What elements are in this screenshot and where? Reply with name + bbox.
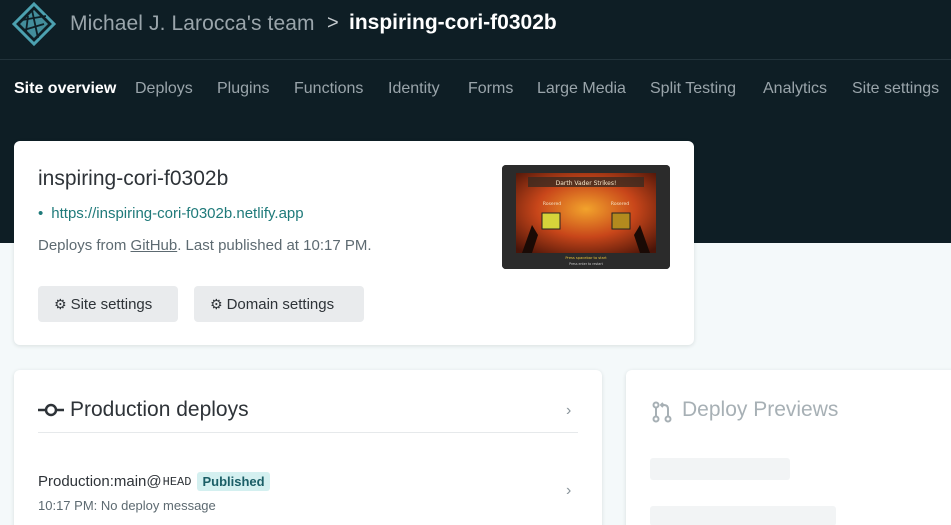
status-badge: Published [197,472,270,491]
deploy-previews-title[interactable]: Deploy Previews [682,398,838,422]
deploy-message: 10:17 PM: No deploy message [38,498,216,513]
thumbnail-right-label: Rosered [611,201,629,207]
production-deploy-row[interactable]: Production: main@ HEAD Published [38,472,270,491]
deploy-info-text: Deploys from GitHub. Last published at 1… [38,237,372,254]
branch-name: main@ [113,473,162,490]
tab-plugins[interactable]: Plugins [217,80,269,98]
loading-placeholder [650,506,836,525]
tab-site-settings[interactable]: Site settings [852,80,939,98]
commit-ref: HEAD [162,474,192,489]
site-name-title[interactable]: inspiring-cori-f0302b [349,11,557,35]
pull-request-icon [652,401,672,423]
bullet-icon: • [38,205,44,222]
gear-icon: ⚙ [54,295,67,312]
site-card-title: inspiring-cori-f0302b [38,167,229,190]
chevron-right-icon: > [327,12,339,34]
github-link[interactable]: GitHub [131,237,178,254]
site-overview-card: inspiring-cori-f0302b • https://inspiring… [14,141,694,345]
tab-analytics[interactable]: Analytics [763,80,827,98]
tab-identity[interactable]: Identity [388,80,440,98]
thumbnail-footer-line2: Press enter to restart [569,262,604,266]
production-label: Production: [38,473,114,490]
team-name-link[interactable]: Michael J. Larocca's team [70,12,315,36]
deploy-previews-card: Deploy Previews [626,370,951,525]
tab-functions[interactable]: Functions [294,80,363,98]
tab-deploys[interactable]: Deploys [135,80,193,98]
tab-large-media[interactable]: Large Media [537,80,626,98]
domain-settings-button[interactable]: ⚙ Domain settings [194,286,364,322]
netlify-logo-icon[interactable] [12,2,56,46]
gear-icon: ⚙ [210,295,223,312]
thumbnail-footer-line1: Press spacebar to start [565,256,607,260]
production-deploys-card: Production deploys › Production: main@ H… [14,370,602,525]
tab-site-overview[interactable]: Site overview [14,80,116,98]
chevron-right-icon[interactable]: › [566,402,571,420]
site-nav: Site overview Deploys Plugins Functions … [0,60,951,120]
loading-placeholder [650,458,790,480]
site-url-text[interactable]: https://inspiring-cori-f0302b.netlify.ap… [51,205,303,222]
thumbnail-heading: Darth Vader Strikes! [556,180,617,187]
top-bar: Michael J. Larocca's team > inspiring-co… [0,0,951,60]
site-settings-button-label: Site settings [70,295,153,313]
production-deploys-title[interactable]: Production deploys [70,398,249,422]
site-settings-button[interactable]: ⚙ Site settings [38,286,178,322]
domain-settings-button-label: Domain settings [226,295,335,313]
deploy-info-prefix: Deploys from [38,237,131,254]
thumbnail-left-label: Rosered [543,201,561,207]
tab-split-testing[interactable]: Split Testing [650,80,736,98]
site-preview-thumbnail[interactable]: Darth Vader Strikes! Rosered Rosered Pre… [502,165,670,269]
tab-forms[interactable]: Forms [468,80,513,98]
commit-icon [38,403,64,417]
deploy-info-suffix: . Last published at 10:17 PM. [177,237,372,254]
divider [38,432,578,433]
chevron-right-icon[interactable]: › [566,482,571,500]
site-url-link[interactable]: • https://inspiring-cori-f0302b.netlify.a… [38,205,304,222]
